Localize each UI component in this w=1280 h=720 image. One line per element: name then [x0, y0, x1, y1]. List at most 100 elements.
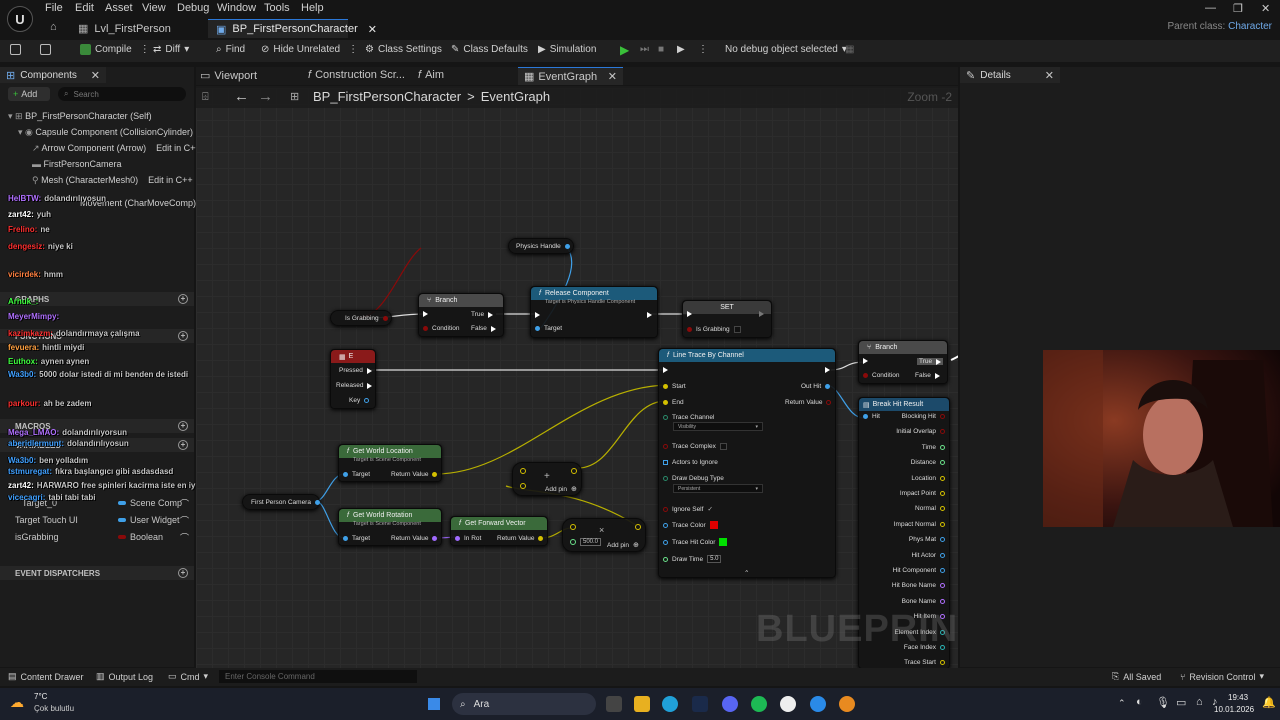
exec-in-pin[interactable]	[535, 312, 540, 318]
checkbox[interactable]	[733, 326, 741, 333]
tab-construction[interactable]: f Construction Scr...	[308, 69, 405, 81]
class-settings-button[interactable]: ⚙ Class Settings	[365, 44, 442, 55]
color-swatch[interactable]	[709, 521, 718, 529]
trace-channel-pin[interactable]: Trace Channel	[663, 414, 714, 421]
unreal-logo-icon[interactable]: U	[7, 6, 33, 32]
clock-time[interactable]: 19:43	[1228, 693, 1248, 702]
tree-item-mesh[interactable]: ⚲ Mesh (CharacterMesh0) Edit in C++	[32, 175, 193, 186]
trace-color-pin[interactable]: Trace Color	[663, 521, 718, 529]
branch-node[interactable]: ⑂ Branch True Condition False	[418, 293, 504, 337]
tree-item-camera[interactable]: ▬ FirstPersonCamera	[32, 159, 122, 169]
add-pin-button[interactable]: Add pin ⊕	[545, 485, 577, 494]
find-button[interactable]: ⌕ Find	[216, 44, 245, 55]
physics-handle-pin[interactable]: Physics Handle	[516, 243, 570, 250]
weather-temp[interactable]: 7°C	[34, 692, 47, 701]
menu-view[interactable]: View	[142, 2, 166, 14]
browse-icon[interactable]	[40, 44, 51, 55]
stop-icon[interactable]: ■	[658, 44, 664, 55]
pin-dot[interactable]	[570, 524, 576, 530]
discord-icon[interactable]	[722, 696, 738, 712]
home-icon[interactable]: ⌂	[50, 21, 57, 33]
tab-level[interactable]: ▦ Lvl_FirstPerson	[70, 19, 179, 38]
more-options-icon[interactable]: ⋮	[698, 44, 708, 55]
content-drawer-button[interactable]: ▤ Content Drawer	[8, 671, 84, 682]
add-graph-icon[interactable]: +	[178, 294, 188, 304]
add-dispatcher-icon[interactable]: +	[178, 568, 188, 578]
trace-hit-color-pin[interactable]: Trace Hit Color	[663, 538, 728, 546]
edit-in-cpp-link[interactable]: Edit in C++	[148, 175, 193, 185]
collapse-icon[interactable]: ⌃	[744, 569, 749, 577]
tray-chevron-icon[interactable]: ⌃	[1118, 698, 1126, 709]
break-hit-output-pin[interactable]: Trace Start	[904, 659, 945, 666]
in-rot-pin[interactable]: In Rot	[455, 535, 481, 542]
exec-in-pin[interactable]	[663, 367, 668, 373]
cmd-select[interactable]: ▭ Cmd ▾	[168, 671, 208, 682]
break-hit-output-pin[interactable]: Impact Point	[900, 490, 945, 497]
true-pin[interactable]: True	[471, 311, 494, 318]
menu-file[interactable]: File	[45, 2, 63, 14]
eye-icon[interactable]: ⌒	[180, 531, 189, 544]
draw-debug-type-pin[interactable]: Draw Debug Type	[663, 475, 724, 482]
condition-pin[interactable]: Condition	[863, 372, 899, 379]
e-key-event-node[interactable]: ▦ E Pressed Released Key	[330, 349, 376, 409]
spotify-icon[interactable]	[751, 696, 767, 712]
pin-dot[interactable]	[635, 524, 641, 530]
break-hit-output-pin[interactable]: Location	[911, 475, 945, 482]
details-tab[interactable]: ✎ Details ✕	[960, 67, 1060, 83]
end-pin[interactable]: End	[663, 399, 684, 406]
is-grabbing-pin[interactable]: Is Grabbing	[345, 315, 388, 322]
add-component-button[interactable]: + Add	[8, 87, 50, 101]
edit-in-cpp-link[interactable]: Edit in C++	[156, 143, 201, 153]
tray-app-icon[interactable]: ◐	[1136, 696, 1143, 708]
parent-class-value[interactable]: Character	[1228, 21, 1272, 32]
break-hit-output-pin[interactable]: Hit Actor	[911, 552, 945, 559]
target-pin[interactable]: Target	[343, 535, 370, 542]
class-defaults-button[interactable]: ✎ Class Defaults	[451, 44, 528, 55]
branch-node[interactable]: ⑂ Branch True Condition False	[858, 340, 948, 384]
weather-desc[interactable]: Çok bulutlu	[34, 704, 74, 713]
pin-dot[interactable]	[520, 468, 526, 474]
debug-object-select[interactable]: No debug object selected ▾	[725, 44, 847, 55]
trace-channel-select[interactable]: Visibility ▾	[673, 422, 763, 431]
weather-icon[interactable]: ☁	[10, 694, 24, 711]
back-arrow-icon[interactable]: ←	[234, 88, 249, 105]
task-view-icon[interactable]	[606, 696, 622, 712]
break-hit-output-pin[interactable]: Blocking Hit	[902, 413, 945, 420]
pressed-pin[interactable]: Pressed	[339, 367, 372, 374]
checkbox[interactable]	[719, 443, 727, 450]
tab-blueprint[interactable]: ▣ BP_FirstPersonCharacter ✕	[208, 19, 377, 38]
release-component-node[interactable]: f Release Component Target is Physics Han…	[530, 286, 658, 338]
play-icon[interactable]: ▶	[620, 43, 629, 57]
add-macro-icon[interactable]: +	[178, 421, 188, 431]
menu-debug[interactable]: Debug	[177, 2, 209, 14]
checkmark-icon[interactable]: ✓	[707, 505, 712, 513]
break-hit-output-pin[interactable]: Distance	[911, 459, 945, 466]
output-log-button[interactable]: ▥ Output Log	[96, 671, 153, 682]
target-pin[interactable]: Target	[535, 325, 562, 332]
save-icon[interactable]	[10, 44, 21, 55]
tree-item-capsule[interactable]: ▾ ◉ Capsule Component (CollisionCylinder…	[18, 127, 193, 138]
debug-filter-icon[interactable]: ▦	[845, 44, 854, 55]
pin-dot[interactable]	[571, 468, 577, 474]
taskbar-search[interactable]: ⌕ Ara	[452, 693, 596, 715]
notification-bell-icon[interactable]: 🔔	[1262, 696, 1276, 709]
menu-edit[interactable]: Edit	[75, 2, 94, 14]
exec-out-pin[interactable]	[647, 312, 652, 318]
pin-dot[interactable]	[520, 483, 526, 489]
return-value-pin[interactable]: Return Value	[785, 399, 832, 406]
graph-menu-icon[interactable]: ⌹	[202, 91, 209, 104]
break-hit-output-pin[interactable]: Time	[922, 444, 945, 451]
exec-in-pin[interactable]	[687, 311, 692, 317]
is-grabbing-set-pin[interactable]: Is Grabbing	[687, 326, 741, 333]
breadcrumb-leaf[interactable]: EventGraph	[481, 89, 550, 104]
break-hit-output-pin[interactable]: Normal	[915, 505, 945, 512]
draw-time-input[interactable]: 5.0	[707, 555, 722, 563]
add-variable-icon[interactable]: +	[178, 440, 188, 450]
key-pin[interactable]: Key	[349, 397, 370, 404]
first-person-camera-getter[interactable]: First Person Camera	[242, 494, 320, 510]
edge-icon[interactable]	[662, 696, 678, 712]
component-search-input[interactable]: ⌕ Search	[58, 87, 186, 101]
event-dispatchers-category[interactable]: EVENT DISPATCHERS +	[0, 566, 194, 580]
clock-date[interactable]: 10.01.2026	[1214, 705, 1254, 714]
menu-asset[interactable]: Asset	[105, 2, 133, 14]
